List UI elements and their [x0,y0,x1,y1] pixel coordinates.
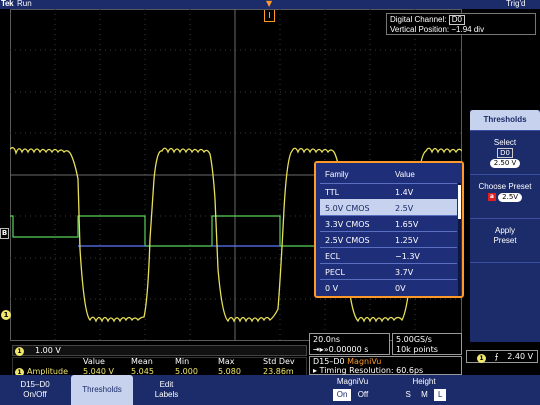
height-selector[interactable]: Height S M L [386,375,462,405]
d15-d0-onoff-button[interactable]: D15–D0 On/Off [0,375,70,405]
choose-preset-button[interactable]: Choose Preset a 2.5V [470,174,540,218]
family-name: 3.3V CMOS [325,220,370,229]
bottom-menu-bar: D15–D0 On/Off Thresholds Edit Labels Mag… [0,375,540,405]
magnivu-label: MagniVu [347,357,382,366]
thresholds-side-menu: Thresholds Select D0 2.50 V Choose Prese… [470,110,540,346]
bus-marker[interactable]: B [0,228,9,239]
trigger-state: Trig'd [506,0,526,8]
timing-resolution: ▸ Timing Resolution: 60.6ps [313,366,424,375]
brand-logo: Tek [1,0,14,8]
family-row-5v-cmos[interactable]: 5.0V CMOS 2.5V [320,199,457,215]
edit-line2: Labels [154,390,179,399]
trigger-readout[interactable]: 1 ⨍ 2.40 V [466,350,538,363]
value-header: Value [395,170,415,179]
family-row-pecl[interactable]: PECL 3.7V [320,263,457,279]
edit-line1: Edit [159,380,174,389]
side-menu-title: Thresholds [470,110,540,130]
family-value: 1.65V [395,220,419,229]
timebase-readout[interactable]: 20.0ns ⇥▸»0.00000 s [309,333,390,355]
threshold-family-popup: Family Value TTL 1.4V 5.0V CMOS 2.5V 3.3… [314,161,464,298]
family-value: 3.7V [395,268,414,277]
family-header: Family [325,170,349,179]
channel1-marker[interactable]: 1 [1,310,11,320]
trigger-position: ⇥▸»0.00000 s [313,345,369,354]
family-value: 1.4V [395,188,414,197]
height-title: Height [412,377,436,386]
trigger-marker-icon[interactable]: ▼ [266,0,273,8]
magnivu-title: MagniVu [336,377,369,386]
family-row-2v5-cmos[interactable]: 2.5V CMOS 1.25V [320,231,457,247]
meas-header-value: Value [83,357,105,366]
select-channel: D0 [497,148,513,158]
preset-label: Choose Preset [478,182,532,191]
preset-value: 2.5V [498,193,523,202]
family-name: TTL [325,188,340,197]
trigger-channel-icon: 1 [477,354,486,363]
knob-a-icon: a [487,192,496,201]
family-name: 0 V [325,284,339,293]
family-name: ECL [325,252,341,261]
meas-header-stddev: Std Dev [263,357,295,366]
timebase: 20.0ns [313,335,341,344]
magnivu-channels: D15–D0 [313,357,348,366]
edit-labels-button[interactable]: Edit Labels [134,375,199,405]
magnivu-on[interactable]: On [332,389,352,401]
select-label: Select [493,138,517,147]
channel1-scale-readout[interactable]: 1 1.00 V [12,345,307,356]
apply-preset-button[interactable]: Apply Preset [470,218,540,262]
apply-line1: Apply [494,226,515,235]
family-value: 2.5V [395,204,414,213]
bottom-empty-slot [200,375,320,405]
family-name: PECL [325,268,345,277]
d15-line2: On/Off [23,390,47,399]
height-large[interactable]: L [434,389,447,401]
scrollbar-thumb[interactable] [458,185,461,219]
digital-channel-label: Digital Channel: [390,15,447,24]
family-row-ecl[interactable]: ECL −1.3V [320,247,457,263]
meas-header-mean: Mean [131,357,153,366]
meas-header-max: Max [218,357,235,366]
apply-line2: Preset [493,236,517,245]
acquisition-readout[interactable]: 5.00GS/s 10k points [392,333,462,355]
trigger-level: 2.40 V [507,352,534,361]
sample-rate: 5.00GS/s [396,335,432,344]
family-row-3v3-cmos[interactable]: 3.3V CMOS 1.65V [320,215,457,231]
bottom-empty-slot-right [463,375,540,405]
family-value: 0V [395,284,406,293]
channel1-scale: 1.00 V [35,346,61,355]
run-state: Run [17,0,32,8]
select-value: 2.50 V [489,159,521,168]
record-length: 10k points [396,345,438,354]
family-row-0v[interactable]: 0 V 0V [320,279,457,295]
family-value: 1.25V [395,236,419,245]
popup-scrollbar[interactable] [458,183,461,296]
height-small[interactable]: S [402,389,415,401]
height-medium[interactable]: M [417,389,432,401]
meas-header-min: Min [175,357,190,366]
slope-rising-icon: ⨍ [494,352,499,361]
family-name: 2.5V CMOS [325,236,370,245]
magnivu-off[interactable]: Off [354,389,373,401]
family-row-ttl[interactable]: TTL 1.4V [320,183,457,199]
vertical-position-value: −1.94 div [451,25,485,34]
popup-header: Family Value [316,163,462,183]
empty-menu-slot [470,262,540,346]
magnivu-toggle[interactable]: MagniVu On Off [320,375,385,405]
d15-line1: D15–D0 [20,380,50,389]
vertical-position-label: Vertical Position: [390,25,450,34]
select-channel-button[interactable]: Select D0 2.50 V [470,130,540,174]
channel1-icon: 1 [15,347,24,356]
thresholds-button[interactable]: Thresholds [71,375,133,405]
digital-channel-info: Digital Channel: D0 Vertical Position: −… [386,13,536,35]
family-value: −1.3V [395,252,420,261]
digital-channel-value: D0 [448,15,465,25]
magnivu-readout: D15–D0 MagniVu ▸ Timing Resolution: 60.6… [309,356,462,375]
family-name: 5.0V CMOS [325,204,370,213]
